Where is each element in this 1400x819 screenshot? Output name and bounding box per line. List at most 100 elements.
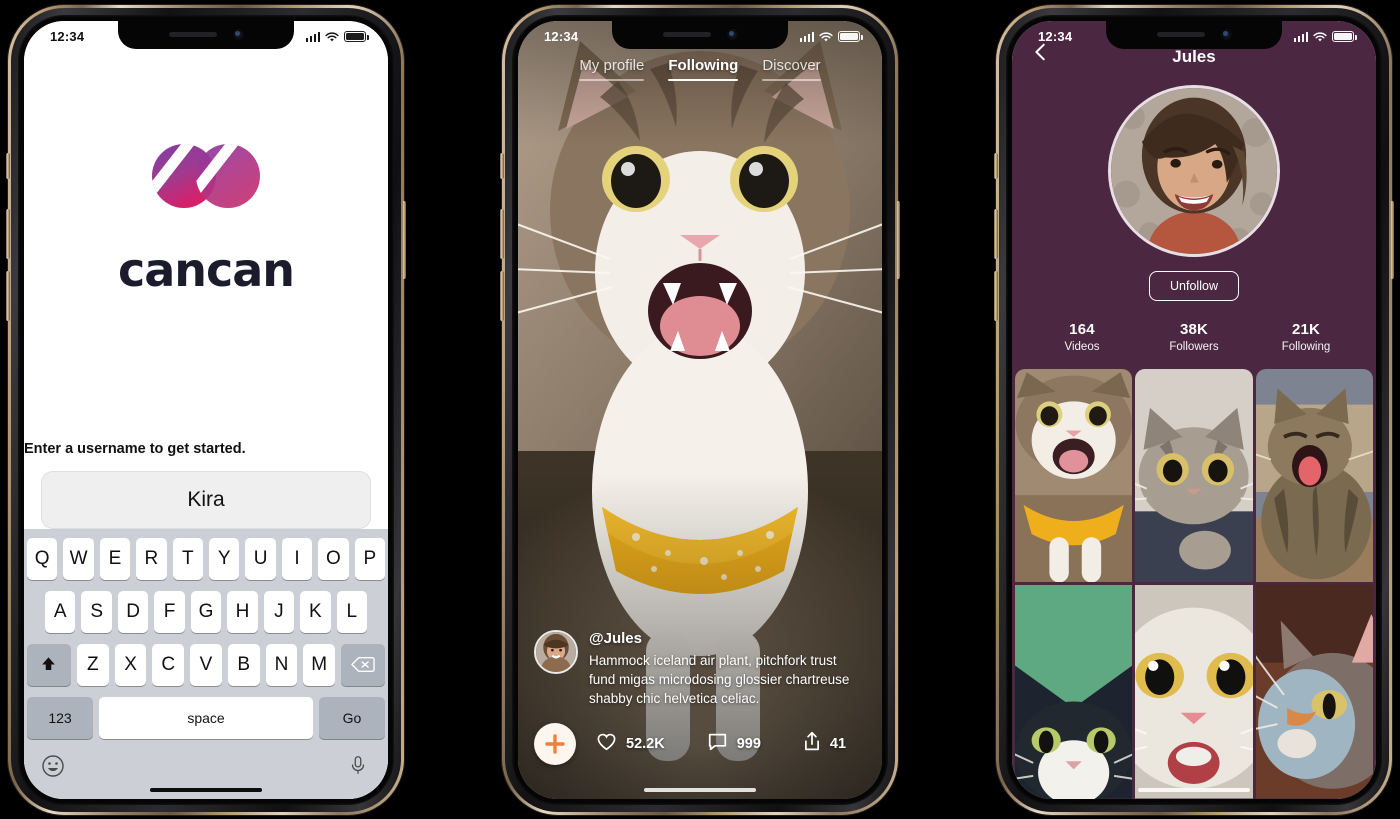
status-indicators <box>305 31 369 42</box>
profile-content: 12:34 Jules Unfollow 164 Videos 38K Foll… <box>1012 20 1376 799</box>
comment-action[interactable]: 999 <box>707 732 761 755</box>
key-k[interactable]: K <box>300 590 331 633</box>
key-g[interactable]: G <box>190 590 222 633</box>
keyboard-row-4: 123 space Go <box>27 696 385 739</box>
key-m[interactable]: M <box>303 643 336 686</box>
onscreen-keyboard[interactable]: Q W E R T Y U I O P A S D F G H J K L Z … <box>24 528 388 799</box>
power-button[interactable] <box>1390 200 1394 279</box>
tab-discover[interactable]: Discover <box>762 56 821 88</box>
comment-bubble-icon <box>707 732 728 755</box>
post-author[interactable]: @Jules <box>589 630 866 647</box>
key-x[interactable]: X <box>114 643 147 686</box>
grid-item[interactable] <box>1135 368 1253 582</box>
stat-label: Following <box>1281 340 1331 353</box>
key-i[interactable]: I <box>281 537 313 580</box>
key-d[interactable]: D <box>117 590 149 633</box>
username-field-wrap <box>41 470 371 529</box>
key-o[interactable]: O <box>318 537 349 580</box>
key-t[interactable]: T <box>172 537 203 580</box>
display-notch <box>1106 20 1282 49</box>
key-y[interactable]: Y <box>209 537 240 580</box>
home-indicator[interactable] <box>150 787 262 792</box>
key-s[interactable]: S <box>81 590 112 633</box>
heart-icon <box>596 732 617 755</box>
key-n[interactable]: N <box>265 643 298 686</box>
key-q[interactable]: Q <box>26 537 58 580</box>
stat-videos[interactable]: 164 Videos <box>1026 321 1138 353</box>
mute-switch[interactable] <box>500 152 504 179</box>
cellular-bars-icon <box>305 31 320 42</box>
grid-item[interactable] <box>1255 585 1373 799</box>
share-action[interactable]: 41 <box>803 731 846 756</box>
space-key[interactable]: space <box>99 696 313 739</box>
like-action[interactable]: 52.2K <box>596 732 665 755</box>
grid-item[interactable] <box>1135 585 1253 799</box>
tab-my-profile[interactable]: My profile <box>579 57 645 88</box>
stat-value: 164 <box>1069 320 1095 338</box>
grid-item[interactable] <box>1255 368 1373 582</box>
key-e[interactable]: E <box>99 537 131 580</box>
key-j[interactable]: J <box>263 590 295 633</box>
microphone-icon[interactable] <box>347 754 371 778</box>
username-input[interactable] <box>41 470 371 529</box>
key-w[interactable]: W <box>63 537 94 580</box>
avatar[interactable] <box>534 630 578 675</box>
volume-up-button[interactable] <box>994 208 998 259</box>
home-indicator[interactable] <box>644 787 756 792</box>
unfollow-button[interactable]: Unfollow <box>1149 270 1239 301</box>
key-u[interactable]: U <box>245 537 276 580</box>
key-f[interactable]: F <box>154 590 185 633</box>
phone-1-screen: 12:34 cancan Enter a username to get sta… <box>24 20 388 799</box>
key-a[interactable]: A <box>45 590 76 633</box>
emoji-smiley-icon[interactable] <box>41 754 65 778</box>
key-z[interactable]: Z <box>76 643 109 686</box>
key-h[interactable]: H <box>227 590 258 633</box>
volume-down-button[interactable] <box>6 270 10 321</box>
profile-avatar-wrap <box>1012 84 1376 257</box>
stat-followers[interactable]: 38K Followers <box>1138 321 1250 353</box>
earpiece-speaker <box>662 32 711 37</box>
key-c[interactable]: C <box>152 643 185 686</box>
signup-content: cancan Enter a username to get started. … <box>24 20 388 799</box>
key-v[interactable]: V <box>190 643 222 686</box>
key-l[interactable]: L <box>336 590 367 633</box>
tab-following[interactable]: Following <box>668 57 739 88</box>
front-camera-icon <box>1220 29 1232 40</box>
mute-switch[interactable] <box>6 152 10 179</box>
phone-device-3: 12:34 Jules Unfollow 164 Videos 38K Foll… <box>994 4 1394 815</box>
grid-item[interactable] <box>1015 368 1133 582</box>
keyboard-row-3: Z X C V B N M <box>26 643 386 686</box>
grid-item[interactable] <box>1015 585 1133 799</box>
avatar[interactable] <box>1108 84 1280 257</box>
stat-label: Videos <box>1064 340 1100 353</box>
phone-device-2: 12:34 My profile Following Discover @Jul… <box>500 4 900 815</box>
wifi-icon <box>325 31 339 42</box>
key-b[interactable]: B <box>227 643 260 686</box>
backspace-icon[interactable] <box>341 643 386 686</box>
home-indicator[interactable] <box>1138 787 1250 792</box>
phone-2-screen: 12:34 My profile Following Discover @Jul… <box>518 20 882 799</box>
numbers-key[interactable]: 123 <box>27 696 93 739</box>
go-key[interactable]: Go <box>319 696 385 739</box>
brand-wordmark: cancan <box>117 242 295 297</box>
keyboard-row-2: A S D F G H J K L <box>27 590 385 633</box>
status-indicators <box>799 31 863 42</box>
power-button[interactable] <box>402 200 406 279</box>
battery-icon <box>344 31 369 42</box>
volume-down-button[interactable] <box>500 270 504 321</box>
stat-following[interactable]: 21K Following <box>1250 321 1362 353</box>
volume-down-button[interactable] <box>994 270 998 321</box>
key-p[interactable]: P <box>354 537 386 580</box>
tab-label: Discover <box>762 56 821 74</box>
volume-up-button[interactable] <box>6 208 10 259</box>
cellular-bars-icon <box>799 31 814 42</box>
power-button[interactable] <box>896 200 900 279</box>
display-notch <box>118 20 294 49</box>
plus-icon[interactable] <box>534 722 576 765</box>
mute-switch[interactable] <box>994 152 998 179</box>
key-r[interactable]: R <box>136 537 167 580</box>
profile-stats: 164 Videos 38K Followers 21K Following <box>1012 321 1376 369</box>
shift-up-icon[interactable] <box>26 643 71 686</box>
volume-up-button[interactable] <box>500 208 504 259</box>
video-grid <box>1012 368 1376 799</box>
